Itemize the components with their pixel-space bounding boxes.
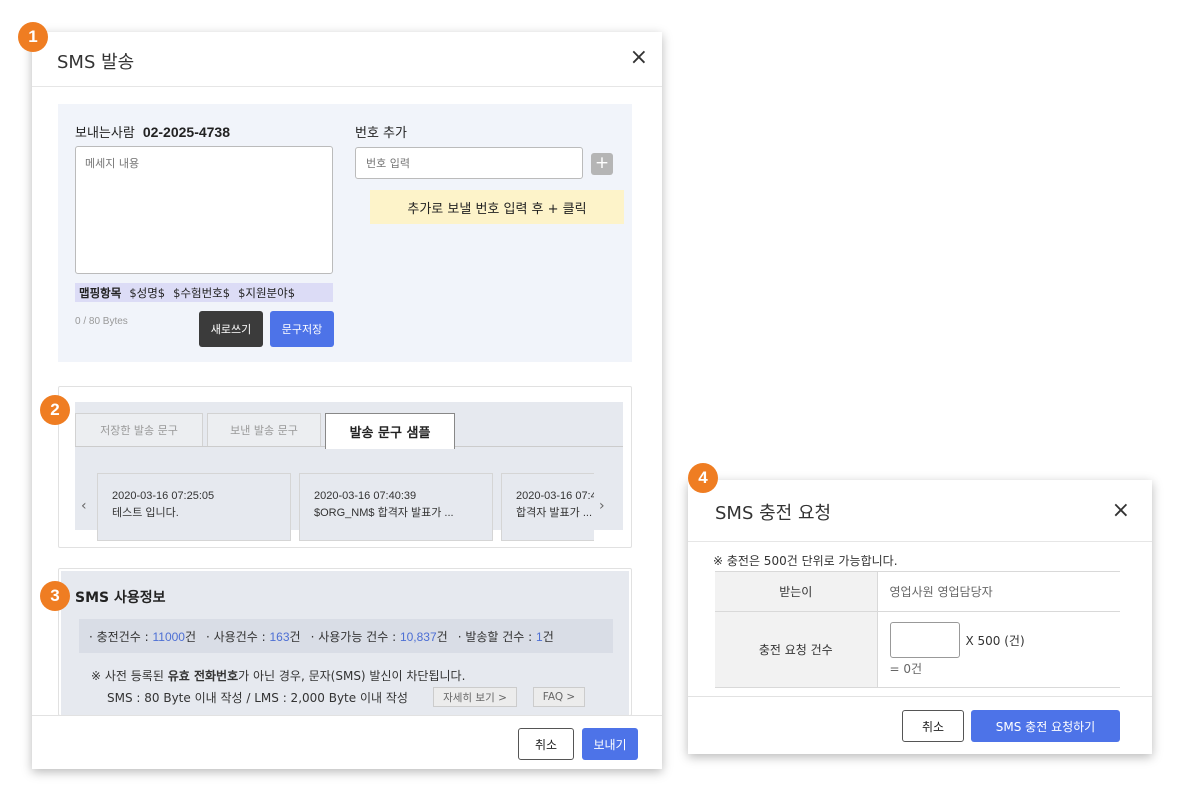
stat-label: · 충전건수 :	[89, 629, 149, 644]
modal-header: SMS 충전 요청 ×	[688, 480, 1152, 542]
stat-available: · 사용가능 건수 : 10,837건	[311, 628, 448, 645]
tab-sent-messages[interactable]: 보낸 발송 문구	[207, 413, 321, 447]
modal-title: SMS 발송	[57, 52, 135, 73]
usage-stats: · 충전건수 : 11000건 · 사용건수 : 163건 · 사용가능 건수 …	[79, 619, 613, 653]
stat-unit: 건	[542, 629, 554, 644]
stat-label: · 발송할 건수 :	[457, 629, 533, 644]
add-number-label: 번호 추가	[355, 126, 407, 141]
count-cell: X 500 (건) = 0건	[877, 611, 1120, 688]
stat-unit: 건	[436, 629, 448, 644]
compose-panel: 보내는사람 02-2025-4738 맵핑항목 $성명$ $수험번호$ $지원분야…	[58, 104, 632, 362]
save-text-button[interactable]: 문구저장	[270, 311, 334, 347]
mapping-token-exam-number[interactable]: $수험번호$	[173, 285, 230, 300]
stat-label: · 사용가능 건수 :	[310, 629, 397, 644]
sms-charge-modal: SMS 충전 요청 × ※ 충전은 500건 단위로 가능합니다. 받는이 영업…	[688, 480, 1152, 754]
add-number-tip: 추가로 보낼 번호 입력 후 + 클릭	[370, 190, 624, 224]
stat-value: 10,837	[399, 629, 437, 644]
modal-header: SMS 발송 ×	[32, 32, 662, 87]
step-badge-1: 1	[18, 22, 48, 52]
cancel-button[interactable]: 취소	[902, 710, 964, 742]
stat-value: 163	[269, 629, 290, 644]
step-badge-2: 2	[40, 395, 70, 425]
recipient-label: 받는이	[715, 571, 878, 612]
table-row: 충전 요청 건수 X 500 (건) = 0건	[715, 611, 1120, 688]
sample-card[interactable]: 2020-03-16 07:40:39 $ORG_NM$ 합격자 발표가 ...	[299, 473, 493, 541]
cancel-button[interactable]: 취소	[518, 728, 574, 760]
message-samples-panel: 저장한 발송 문구 보낸 발송 문구 발송 문구 샘플 ‹ 2020-03-16…	[58, 386, 632, 548]
modal-footer: 취소 SMS 충전 요청하기	[688, 696, 1152, 754]
notice-bold: 유효 전화번호	[167, 669, 239, 683]
close-icon[interactable]: ×	[1112, 500, 1130, 522]
notice-suffix: 가 아닌 경우, 문자(SMS) 발신이 차단됩니다.	[238, 669, 466, 683]
charge-request-button[interactable]: SMS 충전 요청하기	[971, 710, 1120, 742]
chevron-left-icon[interactable]: ‹	[81, 498, 87, 514]
sample-card[interactable]: 2020-03-16 07:40:39 합격자 발표가 ...	[501, 473, 594, 541]
step-badge-4: 4	[688, 463, 718, 493]
stat-value: 1	[536, 629, 543, 644]
sample-date: 2020-03-16 07:25:05	[112, 490, 215, 502]
blocking-notice: ※ 사전 등록된 유효 전화번호가 아닌 경우, 문자(SMS) 발신이 차단됩…	[91, 667, 465, 684]
sms-send-modal: SMS 발송 × 보내는사람 02-2025-4738 맵핑항목 $성명$ $수험…	[32, 32, 662, 769]
sender-info: 보내는사람 02-2025-4738	[75, 122, 230, 141]
add-number-button[interactable]: +	[591, 153, 613, 175]
stat-charged: · 충전건수 : 11000건	[89, 628, 196, 645]
quantity-total: = 0건	[889, 662, 923, 676]
stat-label: · 사용건수 :	[206, 629, 266, 644]
table-row: 받는이 영업사원 영업담당자	[715, 571, 1120, 612]
tab-saved-messages[interactable]: 저장한 발송 문구	[75, 413, 203, 447]
stat-to-send: · 발송할 건수 : 1건	[458, 628, 554, 645]
details-button[interactable]: 자세히 보기 >	[433, 687, 517, 707]
byte-counter: 0 / 80 Bytes	[75, 316, 128, 327]
usage-title: SMS 사용정보	[75, 590, 166, 606]
tab-message-samples[interactable]: 발송 문구 샘플	[325, 413, 455, 449]
quantity-multiplier: X 500 (건)	[965, 633, 1025, 648]
tab-strip: 저장한 발송 문구 보낸 발송 문구 발송 문구 샘플 ‹ 2020-03-16…	[75, 402, 623, 541]
send-button[interactable]: 보내기	[582, 728, 638, 760]
sample-card[interactable]: 2020-03-16 07:25:05 테스트 입니다.	[97, 473, 291, 541]
sample-text: 테스트 입니다.	[112, 507, 179, 519]
rewrite-button[interactable]: 새로쓰기	[199, 311, 263, 347]
modal-title: SMS 충전 요청	[715, 503, 832, 524]
step-badge-3: 3	[40, 581, 70, 611]
recipient-value: 영업사원 영업담당자	[877, 571, 1120, 612]
stat-value: 11000	[152, 629, 185, 644]
message-textarea[interactable]	[75, 146, 333, 274]
mapping-token-name[interactable]: $성명$	[129, 285, 165, 300]
charge-unit-note: ※ 충전은 500건 단위로 가능합니다.	[713, 554, 898, 568]
sender-number: 02-2025-4738	[142, 124, 230, 140]
sample-text: 합격자 발표가 ...	[516, 507, 593, 519]
stat-used: · 사용건수 : 163건	[206, 628, 301, 645]
number-input[interactable]	[355, 147, 583, 179]
mapping-token-field[interactable]: $지원분야$	[238, 285, 295, 300]
stat-unit: 건	[289, 629, 301, 644]
stat-unit: 건	[184, 629, 197, 644]
charge-form-table: 받는이 영업사원 영업담당자 충전 요청 건수 X 500 (건) = 0건	[715, 571, 1120, 688]
quantity-input[interactable]	[889, 622, 960, 658]
sample-date: 2020-03-16 07:40:39	[314, 490, 417, 502]
sms-usage-panel: SMS 사용정보 · 충전건수 : 11000건 · 사용건수 : 163건 ·…	[58, 568, 632, 716]
notice-prefix: ※ 사전 등록된	[91, 669, 168, 683]
mapping-fields: 맵핑항목 $성명$ $수험번호$ $지원분야$	[75, 283, 333, 302]
byte-limit-notice: SMS : 80 Byte 이내 작성 / LMS : 2,000 Byte 이…	[107, 691, 408, 705]
modal-footer: 취소 보내기	[32, 715, 662, 769]
count-label: 충전 요청 건수	[715, 611, 878, 688]
faq-button[interactable]: FAQ >	[533, 687, 585, 707]
chevron-right-icon[interactable]: ›	[599, 498, 605, 514]
mapping-label: 맵핑항목	[79, 286, 122, 300]
close-icon[interactable]: ×	[630, 47, 648, 69]
sample-date: 2020-03-16 07:40:39	[516, 490, 594, 502]
sample-text: $ORG_NM$ 합격자 발표가 ...	[314, 507, 454, 519]
sender-label: 보내는사람	[75, 126, 135, 141]
